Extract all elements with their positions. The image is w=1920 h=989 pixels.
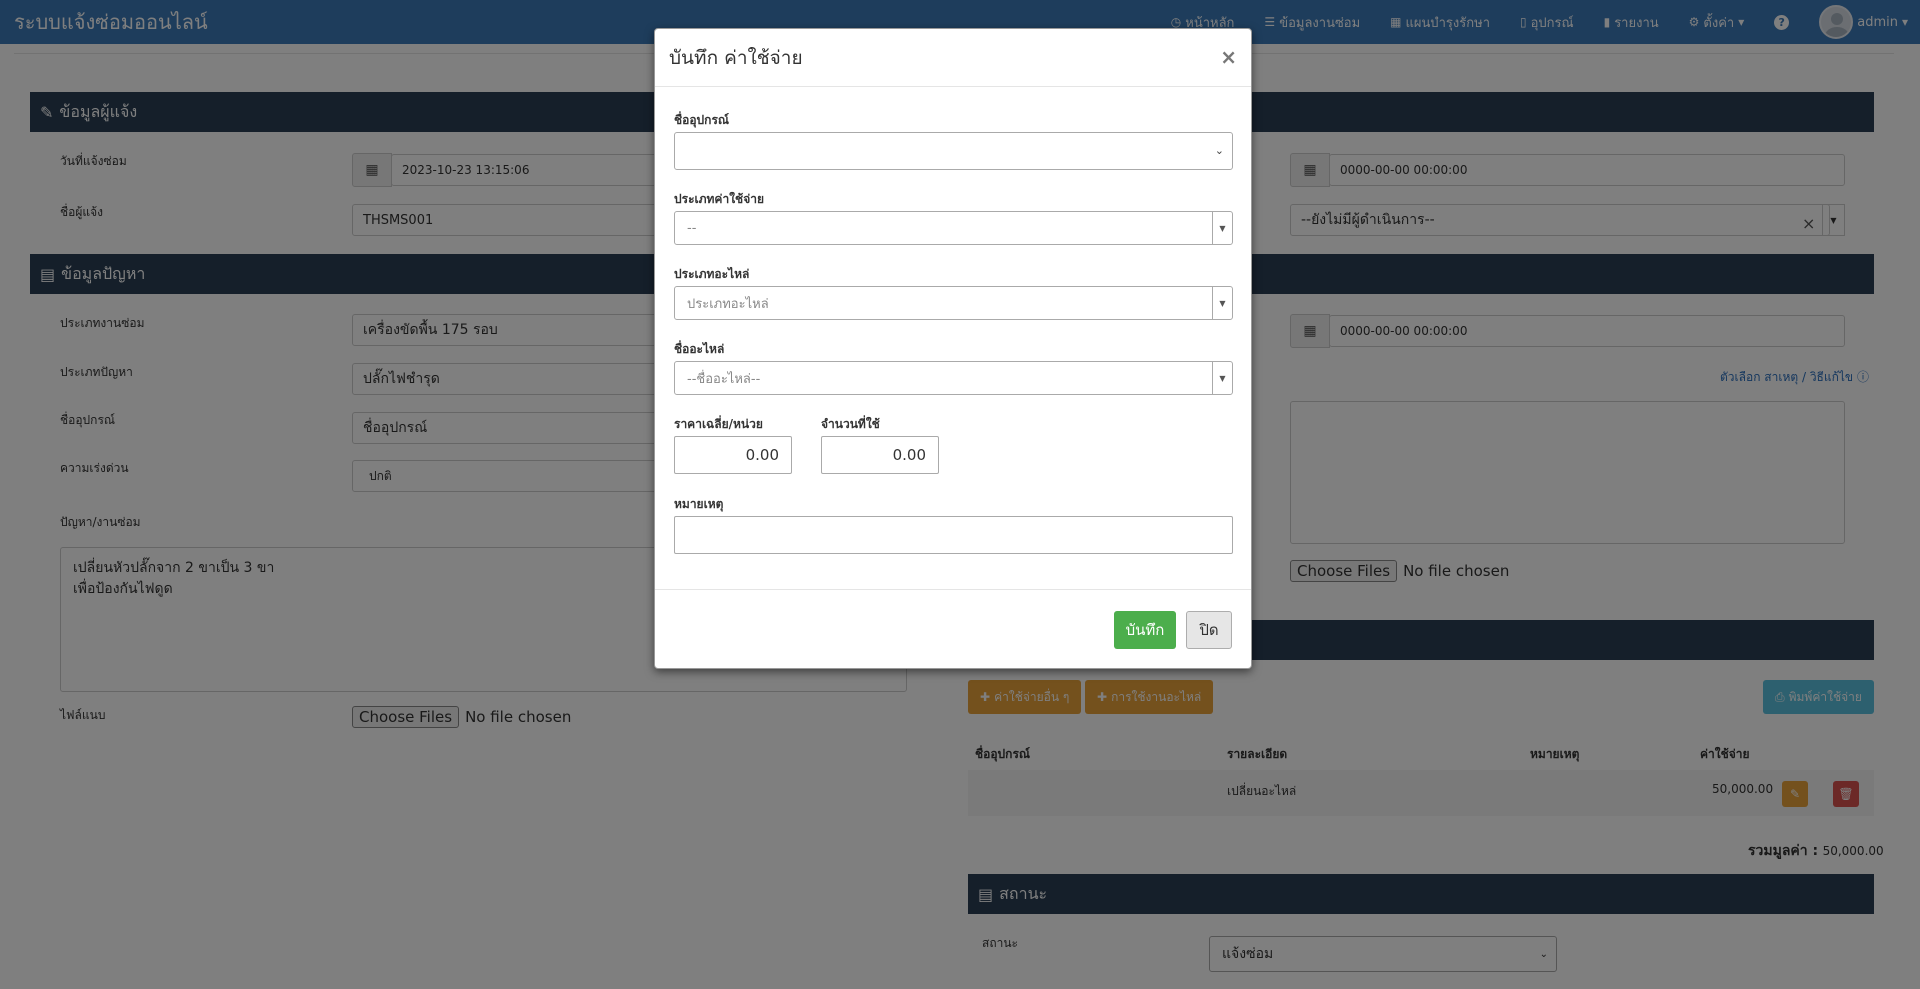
expense-type-value: -- [687,220,697,236]
modal-qty-label: จำนวนที่ใช้ [821,417,880,431]
modal-expense-type-combo[interactable]: -- ▼ [674,211,1233,245]
modal-title: บันทึก ค่าใช้จ่าย [669,46,803,69]
modal-unit-price-label: ราคาเฉลี่ย/หน่วย [674,417,763,431]
modal-note-label: หมายเหตุ [674,497,724,511]
modal-device-select[interactable]: ⌄ [674,132,1233,170]
modal-qty-input[interactable]: 0.00 [821,436,939,474]
modal-part-name-label: ชื่ออะไหล่ [674,342,725,356]
modal-part-type-combo[interactable]: ประเภทอะไหล่ ▼ [674,286,1233,320]
expense-modal: บันทึก ค่าใช้จ่าย × ชื่ออุปกรณ์ ⌄ ประเภท… [654,28,1252,669]
modal-note-input[interactable] [674,516,1233,554]
modal-part-name-combo[interactable]: --ชื่ออะไหล่-- ▼ [674,361,1233,395]
save-button[interactable]: บันทึก [1114,611,1176,649]
dropdown-arrow-icon[interactable]: ▼ [1212,287,1232,319]
dropdown-arrow-icon[interactable]: ▼ [1212,212,1232,244]
dropdown-arrow-icon[interactable]: ▼ [1212,362,1232,394]
modal-device-label: ชื่ออุปกรณ์ [674,113,730,127]
part-type-placeholder: ประเภทอะไหล่ [687,296,769,312]
modal-header: บันทึก ค่าใช้จ่าย × [655,29,1251,87]
close-icon[interactable]: × [1220,45,1237,69]
close-button[interactable]: ปิด [1186,611,1232,649]
part-name-placeholder: --ชื่ออะไหล่-- [687,371,761,387]
modal-unit-price-input[interactable]: 0.00 [674,436,792,474]
modal-expense-type-label: ประเภทค่าใช้จ่าย [674,192,764,206]
chevron-down-icon: ⌄ [1214,144,1224,157]
modal-part-type-label: ประเภทอะไหล่ [674,267,750,281]
modal-footer: บันทึก ปิด [655,589,1251,669]
